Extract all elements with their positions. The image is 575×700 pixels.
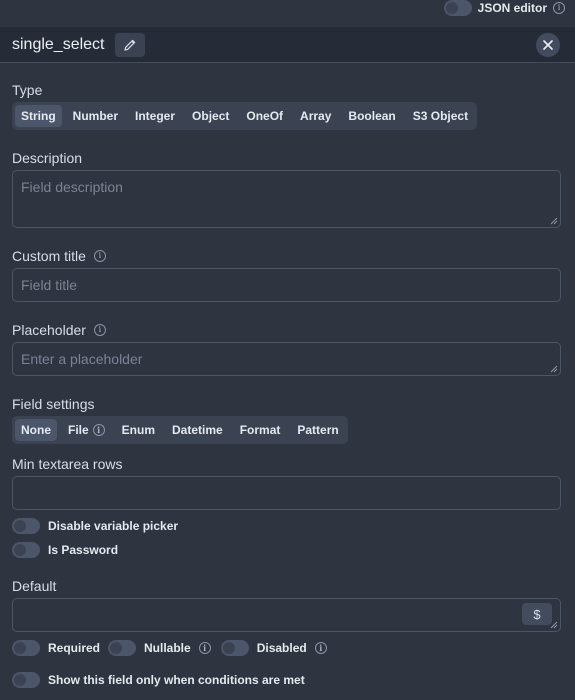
field-settings-label: Field settings (12, 396, 94, 412)
disable-variable-picker-label: Disable variable picker (48, 519, 179, 533)
disable-variable-picker-row: Disable variable picker (12, 518, 178, 534)
type-selector: String Number Integer Object OneOf Array… (12, 102, 478, 130)
setting-option-format[interactable]: Format (234, 419, 287, 441)
field-settings-selector: None File i Enum Datetime Format Pattern (12, 416, 348, 444)
setting-option-enum[interactable]: Enum (116, 419, 161, 441)
info-icon[interactable]: i (314, 642, 327, 654)
placeholder-label: Placeholder i (12, 322, 106, 338)
setting-option-pattern[interactable]: Pattern (291, 419, 344, 441)
custom-title-label-text: Custom title (12, 248, 86, 264)
disabled-toggle[interactable] (220, 640, 249, 656)
flags-row: Required Nullable i Disabled i (12, 640, 327, 656)
disable-variable-picker-toggle[interactable] (12, 518, 40, 534)
setting-option-datetime[interactable]: Datetime (166, 419, 229, 441)
resize-handle-icon[interactable] (550, 621, 558, 629)
field-header: single_select (0, 27, 575, 63)
required-toggle[interactable] (12, 640, 40, 656)
setting-option-file[interactable]: File i (62, 419, 111, 441)
conditions-toggle[interactable] (12, 672, 40, 688)
info-icon[interactable]: i (553, 2, 565, 14)
min-textarea-rows-label: Min textarea rows (12, 456, 122, 472)
field-settings-label-text: Field settings (12, 396, 95, 412)
custom-title-label: Custom title i (12, 248, 106, 264)
nullable-label: Nullable (144, 641, 191, 655)
type-option-boolean[interactable]: Boolean (342, 105, 401, 127)
default-label: Default (12, 578, 56, 594)
min-textarea-rows-input[interactable] (12, 476, 561, 510)
top-bar: JSON editor i (0, 0, 575, 26)
nullable-toggle[interactable] (108, 640, 137, 656)
conditions-row: Show this field only when conditions are… (12, 672, 305, 688)
custom-title-placeholder: Field title (21, 277, 78, 293)
is-password-row: Is Password (12, 542, 118, 558)
type-option-oneof[interactable]: OneOf (240, 105, 289, 127)
resize-handle-icon[interactable] (550, 365, 558, 373)
info-icon[interactable]: i (198, 642, 211, 654)
placeholder-textarea[interactable]: Enter a placeholder (12, 342, 561, 376)
description-label: Description (12, 150, 82, 166)
resize-handle-icon[interactable] (550, 217, 558, 225)
disabled-label: Disabled (256, 641, 307, 655)
close-icon (543, 40, 553, 50)
conditions-label: Show this field only when conditions are… (48, 673, 305, 687)
setting-option-none[interactable]: None (15, 419, 57, 441)
placeholder-placeholder: Enter a placeholder (21, 351, 143, 367)
info-icon[interactable]: i (93, 324, 106, 336)
min-textarea-rows-label-text: Min textarea rows (12, 456, 123, 472)
edit-name-button[interactable] (114, 32, 145, 57)
type-label: Type (12, 82, 42, 98)
field-name-title: single_select (12, 35, 105, 53)
description-label-text: Description (12, 150, 83, 166)
description-textarea[interactable]: Field description (12, 170, 561, 228)
type-option-array[interactable]: Array (294, 105, 337, 127)
type-option-s3-object[interactable]: S3 Object (407, 105, 474, 127)
default-label-text: Default (12, 578, 57, 594)
variable-picker-button[interactable]: $ (522, 603, 552, 625)
type-option-number[interactable]: Number (67, 105, 124, 127)
info-icon[interactable]: i (92, 424, 105, 436)
json-editor-toggle[interactable] (443, 0, 472, 16)
json-editor-label: JSON editor (477, 1, 547, 15)
setting-option-file-label: File (68, 423, 89, 437)
is-password-label: Is Password (48, 543, 119, 557)
type-option-object[interactable]: Object (186, 105, 235, 127)
type-label-text: Type (12, 82, 43, 98)
required-label: Required (48, 641, 101, 655)
custom-title-input[interactable]: Field title (12, 268, 561, 302)
info-icon[interactable]: i (93, 250, 106, 262)
close-button[interactable] (536, 33, 560, 57)
type-option-string[interactable]: String (15, 105, 62, 127)
placeholder-label-text: Placeholder (12, 322, 86, 338)
is-password-toggle[interactable] (12, 542, 40, 558)
default-textarea[interactable]: $ (12, 598, 561, 632)
pencil-icon (123, 39, 135, 51)
type-option-integer[interactable]: Integer (129, 105, 181, 127)
description-placeholder: Field description (21, 179, 123, 195)
json-editor-control: JSON editor i (443, 0, 565, 16)
